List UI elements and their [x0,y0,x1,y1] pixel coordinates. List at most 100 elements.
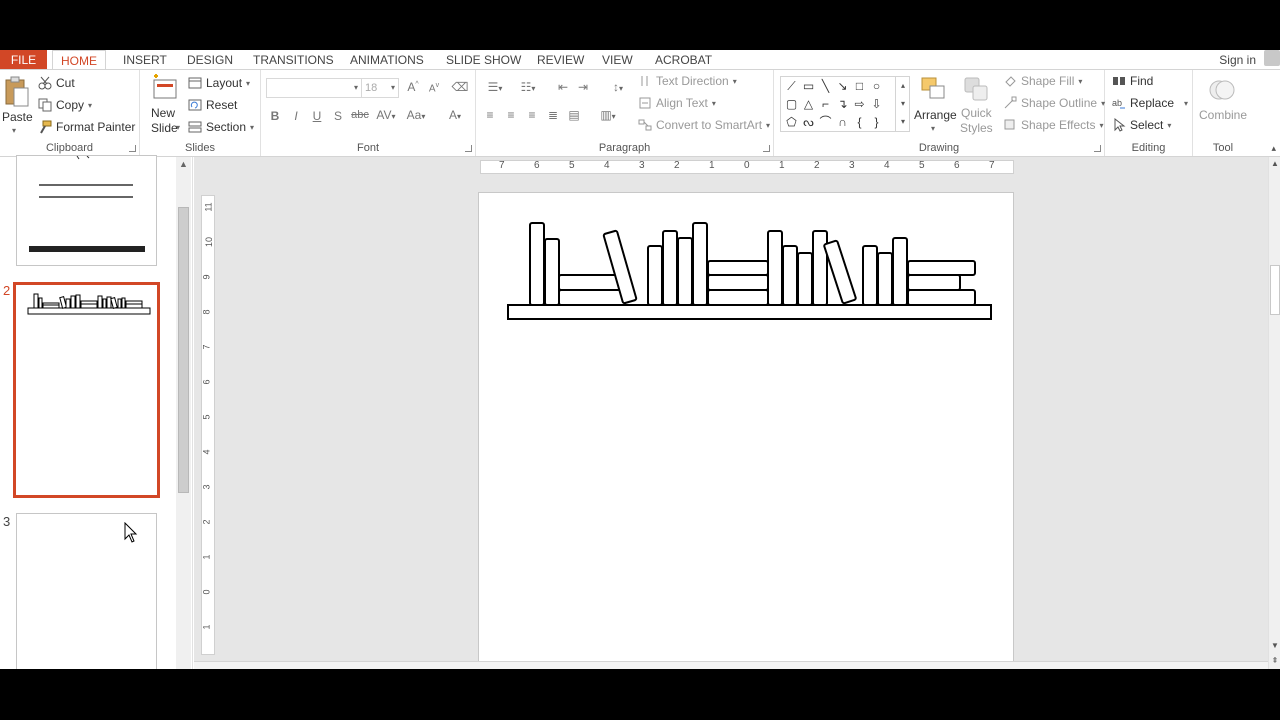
previous-slide-icon[interactable]: ⇞ [1269,656,1280,665]
tab-acrobat[interactable]: ACROBAT [647,50,720,70]
arrow-line-icon[interactable]: ↘ [834,78,851,94]
editor-scroll-down-icon[interactable]: ▼ [1269,641,1280,650]
arc-icon[interactable]: ⌒ [817,114,834,130]
diagonal-line-icon[interactable]: ╲ [817,78,834,94]
drawing-launcher-icon[interactable] [1094,145,1101,152]
text-direction-button[interactable]: Text Direction ▾ [638,74,737,88]
underline-button[interactable]: U [308,109,326,123]
arrange-icon[interactable] [920,76,948,104]
combine-icon[interactable] [1208,76,1236,104]
sign-in-link[interactable]: Sign in [1219,50,1256,70]
font-color-button[interactable]: A▾ [443,108,467,122]
line-spacing-button[interactable]: ↕▾ [604,80,632,94]
arrange-button[interactable]: Arrange [914,108,957,122]
grow-font-button[interactable]: A^ [404,80,422,94]
justify-icon[interactable]: ≣ [544,108,562,122]
numbering-button[interactable]: ☷▾ [514,80,542,94]
textbox-shape-icon[interactable]: ▭ [800,78,817,94]
italic-button[interactable]: I [287,109,305,123]
new-slide-button[interactable]: New Slide [151,106,178,136]
curve-icon[interactable]: ∩ [834,114,851,130]
rectangle-shape-icon[interactable]: □ [851,78,868,94]
layout-button[interactable]: Layout ▾ [188,76,250,90]
increase-indent-icon[interactable]: ⇥ [574,80,592,94]
thumbnails-scrollbar[interactable]: ▲ [176,157,191,669]
tab-slide-show[interactable]: SLIDE SHOW [438,50,529,70]
font-size-combo[interactable]: 18 ▾ [361,78,399,98]
paragraph-launcher-icon[interactable] [763,145,770,152]
replace-button[interactable]: ab Replace ▾ [1112,96,1188,110]
new-slide-icon[interactable] [150,74,178,102]
align-text-button[interactable]: Align Text ▾ [638,96,716,110]
distributed-icon[interactable]: ▤ [565,108,583,122]
tab-file[interactable]: FILE [0,50,47,70]
tab-insert[interactable]: INSERT [115,50,175,70]
profile-icon[interactable] [1264,50,1280,66]
change-case-button[interactable]: Aa▾ [403,108,429,122]
shapes-gallery[interactable]: ⟋ ▭ ╲ ↘ □ ○ ▢ △ ⌐ ↴ ⇨ ⇩ ⬠ ᔓ ⌒ ∩ { } ▴ ▾ ▾ [780,76,910,132]
copy-dropdown-icon[interactable]: ▾ [88,101,92,110]
editor-scrollbar[interactable]: ▲ ▼ ⇞ [1268,157,1280,669]
paste-icon[interactable] [4,76,30,108]
editor-scroll-thumb[interactable] [1270,265,1280,315]
quick-styles-icon[interactable] [963,76,991,104]
scribble-icon[interactable]: ᔓ [800,114,817,130]
scroll-up-arrow-icon[interactable]: ▲ [176,159,191,169]
cut-button[interactable]: Cut [38,76,75,90]
reset-button[interactable]: Reset [188,98,237,112]
shape-outline-button[interactable]: Shape Outline ▾ [1003,96,1105,110]
current-slide[interactable] [478,192,1014,669]
format-painter-button[interactable]: Format Painter [38,120,135,134]
collapse-ribbon-icon[interactable]: ▴ [1271,143,1276,154]
shadow-button[interactable]: S [329,109,347,123]
bookshelf-drawing[interactable] [479,193,1013,393]
combine-button[interactable]: Combine [1199,108,1247,122]
font-name-combo[interactable]: ▾ [266,78,362,98]
tab-transitions[interactable]: TRANSITIONS [245,50,342,70]
align-right-icon[interactable]: ≡ [523,108,541,122]
oval-shape-icon[interactable]: ○ [868,78,885,94]
freeform-icon[interactable]: ⬠ [783,114,800,130]
slide-thumbnail-1[interactable] [16,155,157,266]
elbow-arrow-icon[interactable]: ↴ [834,96,851,112]
decrease-indent-icon[interactable]: ⇤ [554,80,572,94]
gallery-scroll[interactable]: ▴ ▾ ▾ [895,77,910,131]
character-spacing-button[interactable]: AV▾ [373,108,399,122]
columns-button[interactable]: ▥▾ [594,108,622,122]
clear-formatting-icon[interactable]: ⌫ [451,80,469,94]
select-button[interactable]: Select ▾ [1112,117,1171,132]
bullets-button[interactable]: ☰▾ [481,80,509,94]
line-shape-icon[interactable]: ⟋ [783,78,800,94]
new-slide-dropdown-icon[interactable]: ▾ [176,123,180,132]
right-arrow-icon[interactable]: ⇨ [851,96,868,112]
font-size-dropdown-icon[interactable]: ▾ [391,79,395,97]
editor-scroll-up-icon[interactable]: ▲ [1269,159,1280,168]
font-launcher-icon[interactable] [465,145,472,152]
tab-review[interactable]: REVIEW [529,50,592,70]
quick-styles-button[interactable]: Quick Styles [960,106,993,136]
strikethrough-button[interactable]: abc [349,109,371,121]
slide-thumbnail-2[interactable] [13,282,160,498]
elbow-connector-icon[interactable]: ⌐ [817,96,834,112]
paste-button[interactable]: Paste [2,110,33,124]
copy-button[interactable]: Copy ▾ [38,98,92,112]
tab-view[interactable]: VIEW [594,50,641,70]
thumbnails-scroll-thumb[interactable] [178,207,189,493]
section-button[interactable]: Section ▾ [188,120,254,134]
align-left-icon[interactable]: ≡ [481,108,499,122]
down-arrow-icon[interactable]: ⇩ [868,96,885,112]
align-center-icon[interactable]: ≡ [502,108,520,122]
shape-effects-button[interactable]: Shape Effects ▾ [1003,118,1104,132]
section-dropdown-icon[interactable]: ▾ [250,123,254,132]
shape-fill-button[interactable]: Shape Fill ▾ [1003,74,1082,88]
rounded-rect-icon[interactable]: ▢ [783,96,800,112]
left-brace-icon[interactable]: { [851,114,868,130]
layout-dropdown-icon[interactable]: ▾ [246,79,250,88]
convert-smartart-button[interactable]: Convert to SmartArt ▾ [638,118,770,132]
bold-button[interactable]: B [266,109,284,123]
shrink-font-button[interactable]: Av [425,82,443,94]
font-name-dropdown-icon[interactable]: ▾ [354,79,358,97]
paste-dropdown-icon[interactable]: ▾ [12,126,16,135]
arrange-dropdown-icon[interactable]: ▾ [931,124,935,133]
triangle-shape-icon[interactable]: △ [800,96,817,112]
